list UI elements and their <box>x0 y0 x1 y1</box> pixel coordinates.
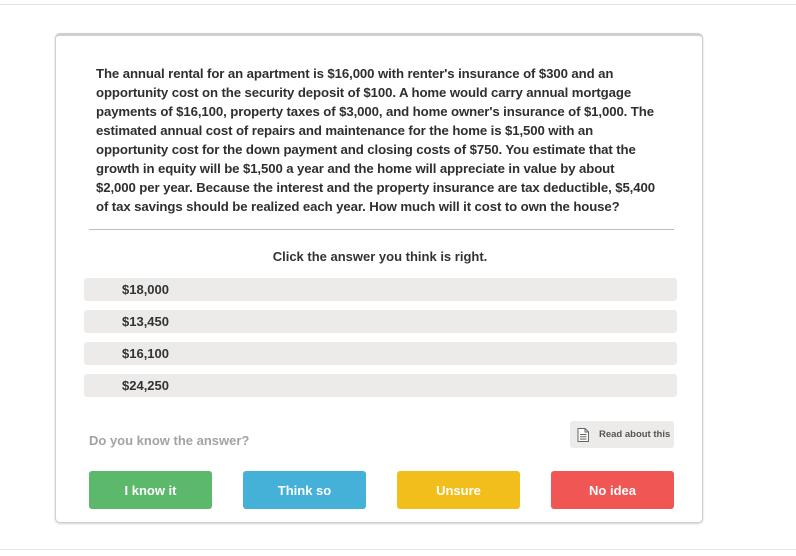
no-idea-button[interactable]: No idea <box>551 471 674 509</box>
question-text: The annual rental for an apartment is $1… <box>96 66 655 214</box>
top-divider <box>0 4 796 5</box>
read-about-button[interactable]: Read about this <box>570 421 674 448</box>
bottom-divider <box>0 549 796 550</box>
confidence-question: Do you know the answer? <box>89 433 250 448</box>
unsure-button[interactable]: Unsure <box>397 471 520 509</box>
document-icon <box>577 427 589 442</box>
answer-prompt: Click the answer you think is right. <box>272 249 488 264</box>
question-card: The annual rental for an apartment is $1… <box>55 33 703 523</box>
answer-option-4[interactable]: $24,250 <box>84 374 677 397</box>
read-about-label: Read about this <box>599 429 671 440</box>
answer-options: $18,000 $13,450 $16,100 $24,250 <box>84 278 677 406</box>
question-divider <box>89 229 674 230</box>
i-know-it-button[interactable]: I know it <box>89 471 212 509</box>
think-so-button[interactable]: Think so <box>243 471 366 509</box>
answer-option-2[interactable]: $13,450 <box>84 310 677 333</box>
answer-option-1[interactable]: $18,000 <box>84 278 677 301</box>
answer-option-3[interactable]: $16,100 <box>84 342 677 365</box>
